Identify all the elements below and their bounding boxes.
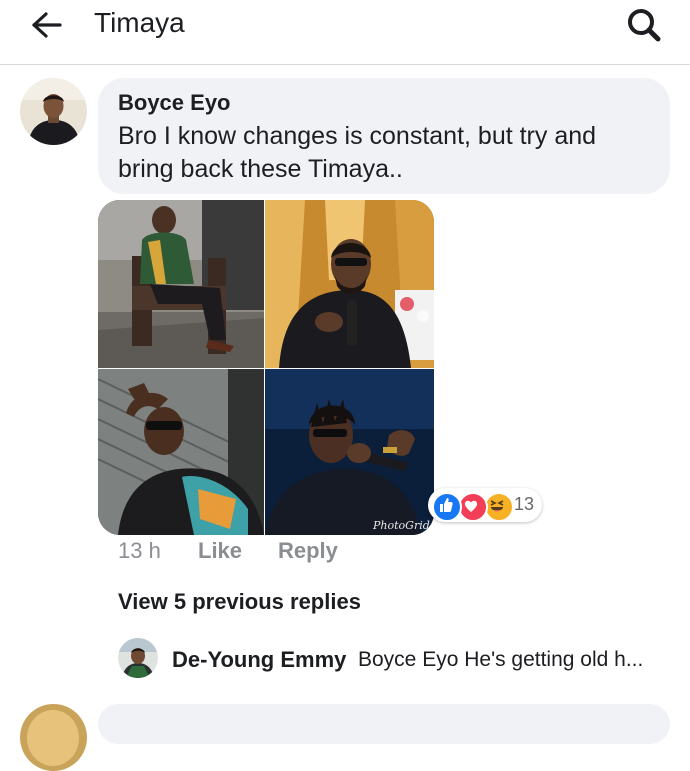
next-comment-bubble[interactable] <box>98 704 670 744</box>
reply-text-preview: Boyce Eyo He's getting old h... <box>358 648 644 671</box>
love-icon <box>458 492 488 522</box>
search-icon <box>628 9 661 42</box>
page-title: Timaya <box>94 7 185 38</box>
photo-man-with-microphone-stage <box>265 200 434 368</box>
reply-author[interactable]: De-Young Emmy <box>172 647 346 673</box>
like-icon <box>432 492 462 522</box>
reply-preview[interactable]: De-Young Emmy Boyce Eyo He's getting old… <box>118 638 678 682</box>
photo-man-reclining <box>98 369 264 535</box>
photo-man-singing-dark-stage: PhotoGrid <box>265 369 434 535</box>
comment-timestamp: 13 h <box>118 538 161 563</box>
next-commenter-avatar[interactable] <box>20 704 87 771</box>
search-button[interactable] <box>624 6 664 46</box>
haha-icon <box>484 492 514 522</box>
back-button[interactable] <box>28 10 68 40</box>
like-button[interactable]: Like <box>198 538 242 564</box>
photo-seated-man <box>98 200 264 368</box>
reactions-summary[interactable]: 13 <box>428 488 542 522</box>
reactions-count: 13 <box>514 494 535 514</box>
arrow-left-icon <box>32 12 62 38</box>
commenter-avatar[interactable] <box>20 78 87 145</box>
comment-author[interactable]: Boyce Eyo <box>118 90 231 116</box>
view-previous-replies-link[interactable]: View 5 previous replies <box>118 589 361 615</box>
comment-text: Bro I know changes is constant, but try … <box>118 122 597 183</box>
photogrid-watermark: PhotoGrid <box>372 519 430 532</box>
comment-bubble[interactable]: Boyce Eyo Bro I know changes is constant… <box>98 78 670 194</box>
comment-photo-collage[interactable]: PhotoGrid <box>98 200 434 535</box>
top-bar: Timaya <box>0 0 690 65</box>
reply-button[interactable]: Reply <box>278 538 338 564</box>
reply-author-avatar[interactable] <box>118 638 158 678</box>
